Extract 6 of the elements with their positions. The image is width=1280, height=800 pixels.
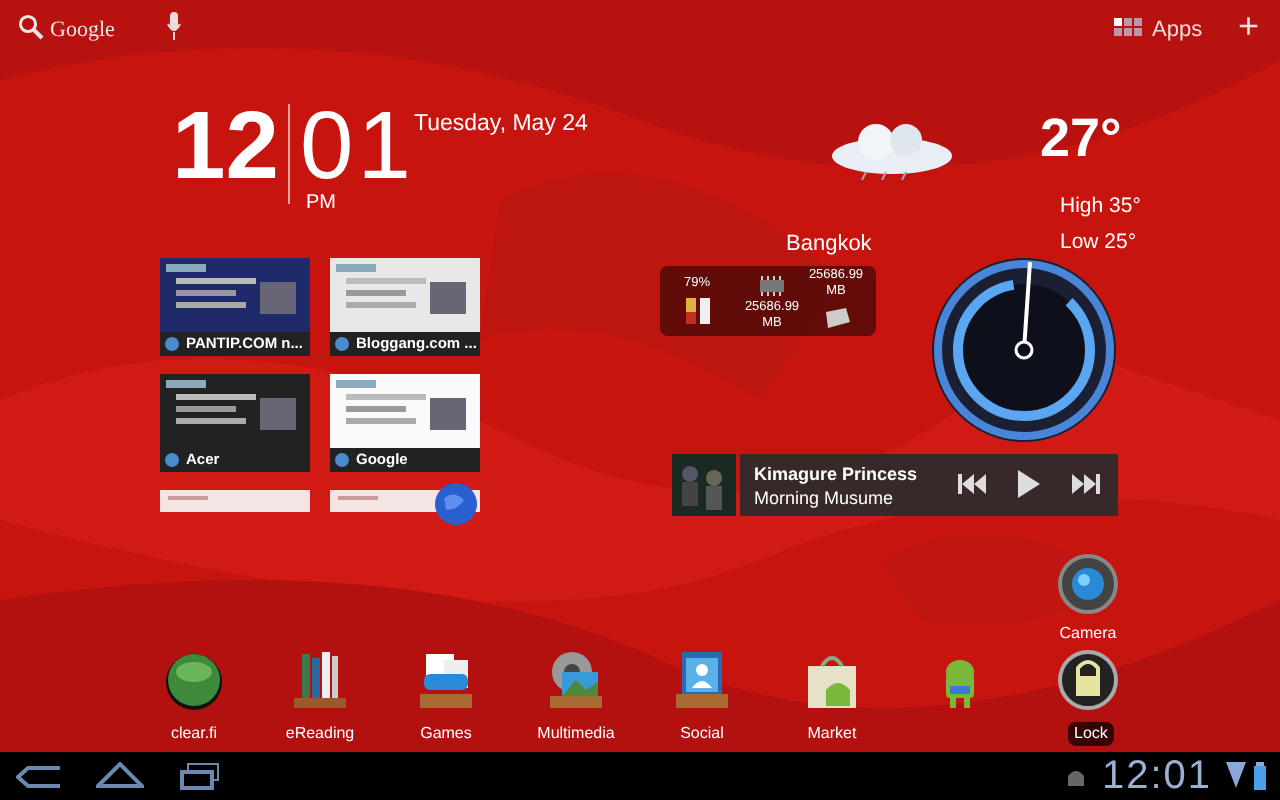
- recent-apps-icon[interactable]: [180, 762, 220, 790]
- home-icon[interactable]: [96, 762, 144, 788]
- wifi-signal-icon: [1226, 762, 1246, 788]
- battery-status-icon: [1254, 762, 1266, 790]
- back-icon[interactable]: [16, 766, 60, 788]
- status-time: 12:01: [1102, 752, 1213, 800]
